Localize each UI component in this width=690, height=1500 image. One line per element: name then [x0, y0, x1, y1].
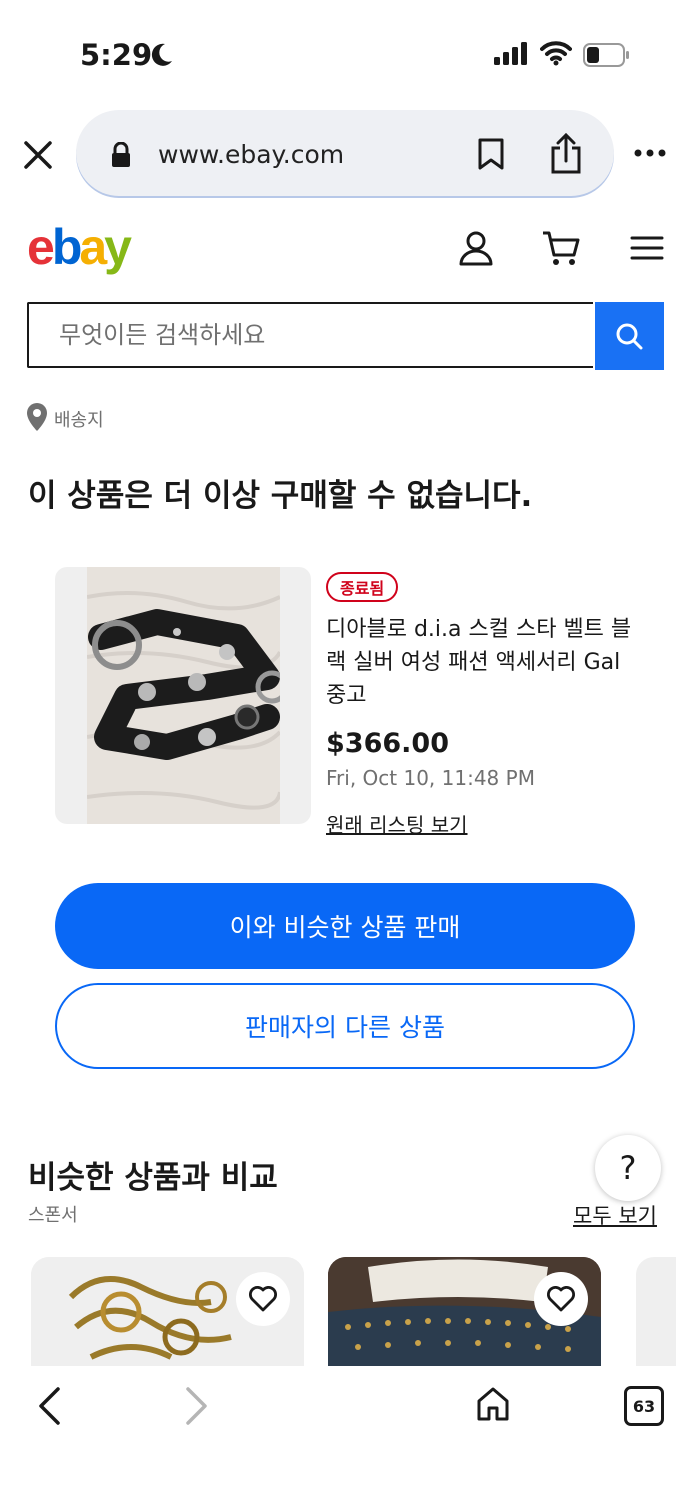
user-icon[interactable]	[458, 230, 494, 266]
logo-letter-a: a	[79, 219, 107, 275]
similar-item-card[interactable]	[328, 1257, 601, 1367]
help-button[interactable]: ?	[595, 1135, 661, 1201]
ended-badge: 종료됨	[326, 572, 399, 602]
back-button[interactable]	[36, 1386, 62, 1426]
similar-item-card[interactable]	[31, 1257, 304, 1367]
compare-section-title: 비슷한 상품과 비교	[28, 1160, 278, 1196]
item-price: $366.00	[326, 728, 449, 759]
home-icon[interactable]	[476, 1386, 510, 1422]
search-icon	[616, 323, 643, 350]
close-tab-button[interactable]	[22, 139, 54, 171]
heart-icon	[249, 1286, 277, 1312]
url-text[interactable]: www.ebay.com	[158, 140, 344, 169]
browser-toolbar	[0, 1366, 690, 1500]
location-pin-icon	[27, 403, 47, 431]
logo-letter-e: e	[27, 219, 55, 275]
ebay-logo[interactable]: ebay	[27, 218, 132, 276]
more-options-icon[interactable]	[634, 148, 666, 158]
cart-icon[interactable]	[541, 229, 581, 267]
hamburger-menu-icon[interactable]	[630, 236, 664, 260]
sell-similar-button[interactable]: 이와 비슷한 상품 판매	[55, 883, 635, 969]
tabs-button[interactable]: 63	[624, 1386, 664, 1426]
page-headline: 이 상품은 더 이상 구매할 수 없습니다.	[28, 478, 533, 514]
battery-icon	[583, 43, 629, 67]
lock-icon	[112, 142, 130, 167]
status-time: 5:29	[80, 38, 153, 72]
heart-icon	[547, 1286, 575, 1312]
watch-button[interactable]	[534, 1272, 588, 1326]
wifi-icon	[540, 41, 572, 66]
address-bar[interactable]	[76, 110, 614, 196]
search-box	[27, 302, 593, 368]
moon-icon	[151, 43, 172, 66]
bookmark-icon[interactable]	[477, 137, 505, 171]
search-button[interactable]	[595, 302, 664, 370]
logo-letter-b: b	[51, 219, 82, 275]
item-photo[interactable]	[87, 567, 280, 824]
similar-item-card[interactable]	[636, 1257, 676, 1367]
ship-to-label[interactable]: 배송지	[54, 406, 104, 432]
item-title[interactable]: 디아블로 d.i.a 스컬 스타 벨트 블랙 실버 여성 패션 액세서리 Gal…	[326, 613, 646, 712]
sponsored-label: 스폰서	[28, 1205, 78, 1226]
view-original-listing-link[interactable]: 원래 리스팅 보기	[326, 809, 468, 838]
watch-button[interactable]	[236, 1272, 290, 1326]
logo-letter-y: y	[104, 219, 132, 275]
signal-icon	[494, 42, 527, 65]
see-all-link[interactable]: 모두 보기	[573, 1200, 657, 1230]
search-input[interactable]	[57, 320, 561, 350]
item-end-date: Fri, Oct 10, 11:48 PM	[326, 766, 535, 790]
share-icon[interactable]	[549, 133, 583, 175]
seller-other-items-button[interactable]: 판매자의 다른 상품	[55, 983, 635, 1069]
forward-button[interactable]	[184, 1386, 210, 1426]
